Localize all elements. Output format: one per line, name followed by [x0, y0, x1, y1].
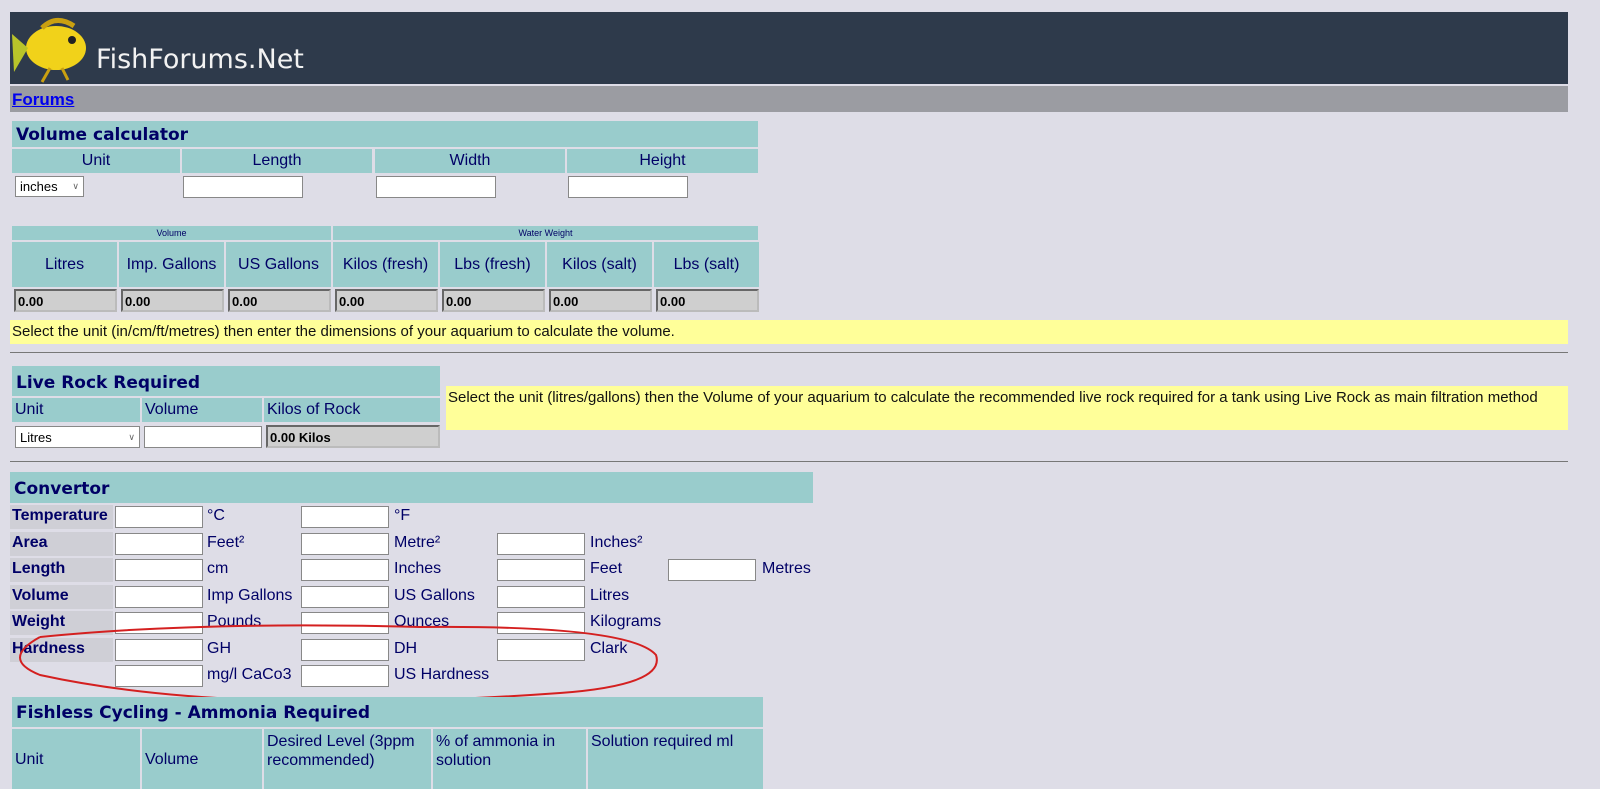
col-width: Width — [375, 149, 565, 173]
convertor-unit-label: °F — [394, 507, 411, 524]
result-value: 0.00 — [228, 289, 331, 312]
lr-col-kilos: Kilos of Rock — [264, 398, 440, 422]
live-rock-note: Select the unit (litres/gallons) then th… — [446, 386, 1568, 430]
convertor-unit-label: Metre² — [394, 533, 441, 551]
convertor-unit-label: Metres — [762, 560, 811, 577]
convertor-input[interactable] — [301, 585, 389, 608]
fishless-col-header: Desired Level (3ppm recommended) — [264, 729, 431, 789]
result-value: 0.00 — [656, 289, 759, 312]
convertor-row-label: Length — [10, 558, 113, 582]
site-logo-text[interactable]: FishForums.Net — [96, 44, 304, 75]
result-header: Lbs (fresh) — [440, 242, 545, 287]
nav-bar — [10, 86, 1568, 112]
fishless-col-header: Unit — [12, 729, 140, 789]
convertor-unit-label: Feet — [590, 560, 623, 577]
live-rock-title: Live Rock Required — [12, 366, 440, 396]
fishless-col-header: Volume — [142, 729, 262, 789]
result-header: Lbs (salt) — [654, 242, 759, 287]
fishless-col-header: % of ammonia in solution — [433, 729, 586, 789]
lr-col-volume: Volume — [142, 398, 262, 422]
width-input[interactable] — [376, 176, 496, 198]
result-header: Kilos (salt) — [547, 242, 652, 287]
convertor-unit-label: °C — [207, 507, 225, 524]
col-unit: Unit — [12, 149, 180, 173]
red-annotation-circle — [19, 624, 658, 703]
result-header: Litres — [12, 242, 117, 287]
result-value: 0.00 — [335, 289, 438, 312]
convertor-unit-label: US Gallons — [394, 586, 475, 604]
volume-note: Select the unit (in/cm/ft/metres) then e… — [10, 320, 1568, 344]
length-input[interactable] — [183, 176, 303, 198]
convertor-title: Convertor — [10, 472, 813, 503]
chevron-down-icon: ∨ — [72, 181, 79, 191]
convertor-input[interactable] — [497, 532, 585, 555]
unit-select[interactable]: inches ∨ — [15, 176, 84, 197]
fish-logo-icon — [12, 18, 86, 83]
convertor-row-label: Area — [10, 531, 113, 556]
result-value: 0.00 — [14, 289, 117, 312]
chevron-down-icon: ∨ — [128, 431, 135, 442]
convertor-input[interactable] — [301, 506, 389, 528]
convertor-unit-label: Inches² — [590, 533, 643, 551]
lr-unit-select-value: Litres — [20, 429, 52, 445]
result-header: Kilos (fresh) — [333, 242, 438, 287]
result-value: 0.00 — [121, 289, 224, 312]
col-length: Length — [182, 149, 372, 173]
convertor-input[interactable] — [115, 532, 203, 555]
convertor-unit-label: Imp Gallons — [207, 586, 293, 604]
unit-select-value: inches — [20, 179, 58, 194]
fishless-col-header: Solution required ml — [588, 729, 763, 789]
convertor-input[interactable] — [115, 559, 203, 581]
convertor-unit-label: Litres — [590, 586, 630, 604]
height-input[interactable] — [568, 176, 688, 198]
convertor-input[interactable] — [301, 532, 389, 555]
result-value: 0.00 — [549, 289, 652, 312]
convertor-row-label: Volume — [10, 584, 113, 609]
group-volume: Volume — [12, 226, 331, 240]
group-water-weight: Water Weight — [333, 226, 758, 240]
convertor-unit-label: Feet² — [207, 533, 245, 551]
divider — [10, 352, 1568, 353]
convertor-input[interactable] — [115, 506, 203, 528]
lr-unit-select[interactable]: Litres ∨ — [15, 426, 140, 448]
convertor-input[interactable] — [497, 585, 585, 608]
convertor-input[interactable] — [115, 585, 203, 608]
lr-kilos-output: 0.00 Kilos — [266, 425, 440, 448]
fishless-title: Fishless Cycling - Ammonia Required — [12, 697, 763, 727]
lr-volume-input[interactable] — [144, 426, 262, 448]
forums-link[interactable]: Forums — [12, 90, 74, 110]
result-header: US Gallons — [226, 242, 331, 287]
lr-col-unit: Unit — [12, 398, 140, 422]
result-header: Imp. Gallons — [119, 242, 224, 287]
convertor-input[interactable] — [668, 559, 756, 581]
volume-calculator-title: Volume calculator — [12, 121, 758, 147]
convertor-input[interactable] — [497, 559, 585, 581]
divider — [10, 461, 1568, 462]
col-height: Height — [567, 149, 758, 173]
convertor-unit-label: Inches — [394, 560, 442, 577]
convertor-unit-label: cm — [207, 560, 229, 577]
convertor-input[interactable] — [301, 559, 389, 581]
result-value: 0.00 — [442, 289, 545, 312]
convertor-row-label: Temperature — [10, 505, 113, 529]
